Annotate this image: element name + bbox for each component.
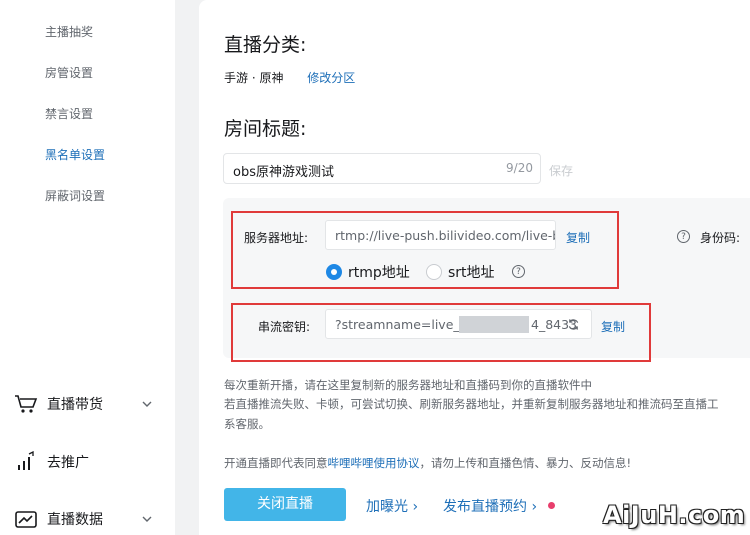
nav-label: 直播数据 <box>47 512 103 528</box>
agreement-link[interactable]: 哔哩哔哩使用协议 <box>328 456 420 470</box>
notification-dot <box>548 502 555 509</box>
highlight-stream-key-box <box>231 303 651 362</box>
chevron-right-icon: › <box>408 499 419 515</box>
promote-chart-icon <box>14 450 38 473</box>
highlight-server-box <box>231 211 619 289</box>
char-counter: 9/20 <box>506 161 533 175</box>
category-value: 手游 · 原神 <box>224 71 284 85</box>
nav-promote[interactable]: 去推广 <box>14 448 89 476</box>
boost-exposure-link[interactable]: 加曝光 › <box>366 496 418 516</box>
cart-icon <box>14 393 38 415</box>
sidebar: 主播抽奖 房管设置 禁言设置 黑名单设置 屏蔽词设置 直播带货 去推广 直播数据 <box>0 0 175 535</box>
nav-live-data[interactable]: 直播数据 <box>14 505 152 533</box>
modify-category-link[interactable]: 修改分区 <box>307 71 355 85</box>
data-chart-icon <box>14 508 38 530</box>
nav-label: 去推广 <box>47 455 89 471</box>
reserve-label: 发布直播预约 <box>443 499 527 515</box>
room-title-input[interactable]: obs原神游戏测试 9/20 <box>223 153 541 184</box>
agreement-prefix: 开通直播即代表同意 <box>224 456 328 470</box>
category-heading: 直播分类: <box>224 34 307 56</box>
agreement-line: 开通直播即代表同意哔哩哔哩使用协议，请勿上传和直播色情、暴力、反动信息! <box>224 455 631 471</box>
help-icon[interactable]: ? <box>677 230 690 243</box>
sidebar-item-blocked-words[interactable]: 屏蔽词设置 <box>45 187 105 204</box>
chevron-down-icon[interactable] <box>142 514 152 524</box>
save-button[interactable]: 保存 <box>549 162 573 179</box>
boost-label: 加曝光 <box>366 499 408 515</box>
nav-live-commerce[interactable]: 直播带货 <box>14 390 152 418</box>
watermark: AiJuH.com <box>603 501 746 529</box>
sidebar-item-lottery[interactable]: 主播抽奖 <box>45 23 93 40</box>
identity-code-label: 身份码: <box>700 231 741 245</box>
category-line: 手游 · 原神 修改分区 <box>224 69 355 86</box>
sidebar-item-mute[interactable]: 禁言设置 <box>45 105 93 122</box>
contact-support-link[interactable]: 系客服。 <box>224 416 270 432</box>
sidebar-item-room-admin[interactable]: 房管设置 <box>45 64 93 81</box>
close-live-button[interactable]: 关闭直播 <box>224 488 346 521</box>
chevron-right-icon: › <box>527 499 538 515</box>
agreement-suffix: ，请勿上传和直播色情、暴力、反动信息! <box>419 456 632 470</box>
room-title-heading: 房间标题: <box>224 118 307 140</box>
room-title-value: obs原神游戏测试 <box>233 165 334 180</box>
tip-line-1: 每次重新开播，请在这里复制新的服务器地址和直播码到你的直播软件中 <box>224 378 592 392</box>
tip-line-2: 若直播推流失败、卡顿，可尝试切换、刷新服务器地址，并重新复制服务器地址和推流码至… <box>224 397 719 411</box>
chevron-down-icon[interactable] <box>142 399 152 409</box>
publish-reservation-link[interactable]: 发布直播预约 › <box>443 496 537 516</box>
nav-label: 直播带货 <box>47 397 103 413</box>
sidebar-item-blacklist[interactable]: 黑名单设置 <box>45 146 105 163</box>
